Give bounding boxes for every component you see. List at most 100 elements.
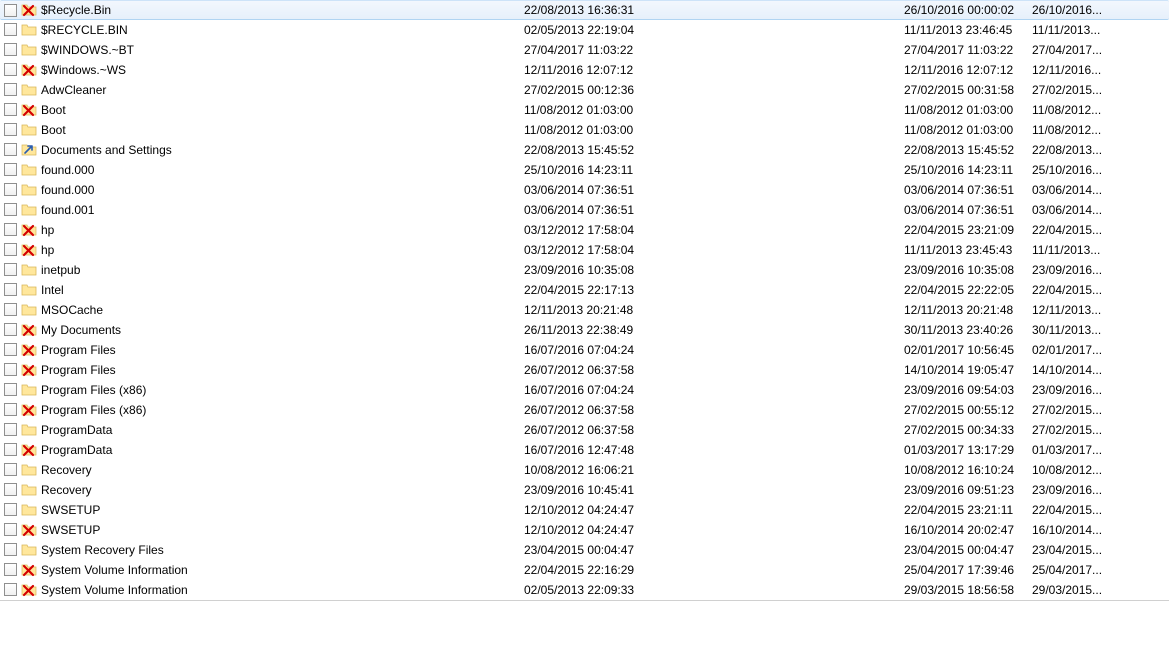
table-row[interactable]: Program Files (x86)26/07/2012 06:37:5827… [0, 400, 1169, 420]
deleted-folder-icon [21, 442, 37, 458]
file-name: $WINDOWS.~BT [41, 43, 134, 57]
date-accessed: 11/11/2013... [1032, 23, 1169, 37]
row-checkbox[interactable] [4, 523, 17, 536]
date-created: 23/09/2016 10:35:08 [524, 263, 904, 277]
row-checkbox[interactable] [4, 63, 17, 76]
row-checkbox[interactable] [4, 483, 17, 496]
date-created: 16/07/2016 07:04:24 [524, 383, 904, 397]
date-created: 22/04/2015 22:16:29 [524, 563, 904, 577]
table-row[interactable]: Program Files (x86)16/07/2016 07:04:2423… [0, 380, 1169, 400]
date-modified: 02/01/2017 10:56:45 [904, 343, 1032, 357]
row-checkbox[interactable] [4, 443, 17, 456]
row-checkbox[interactable] [4, 543, 17, 556]
row-checkbox[interactable] [4, 83, 17, 96]
table-row[interactable]: System Recovery Files23/04/2015 00:04:47… [0, 540, 1169, 560]
table-row[interactable]: found.00103/06/2014 07:36:5103/06/2014 0… [0, 200, 1169, 220]
table-row[interactable]: Boot11/08/2012 01:03:0011/08/2012 01:03:… [0, 120, 1169, 140]
date-created: 03/06/2014 07:36:51 [524, 183, 904, 197]
row-checkbox[interactable] [4, 283, 17, 296]
row-checkbox[interactable] [4, 423, 17, 436]
table-row[interactable]: ProgramData26/07/2012 06:37:5827/02/2015… [0, 420, 1169, 440]
date-accessed: 23/09/2016... [1032, 263, 1169, 277]
date-created: 22/08/2013 16:36:31 [524, 3, 904, 17]
table-row[interactable]: Program Files26/07/2012 06:37:5814/10/20… [0, 360, 1169, 380]
date-accessed: 22/04/2015... [1032, 223, 1169, 237]
row-checkbox[interactable] [4, 563, 17, 576]
table-row[interactable]: hp03/12/2012 17:58:0422/04/2015 23:21:09… [0, 220, 1169, 240]
date-accessed: 30/11/2013... [1032, 323, 1169, 337]
date-accessed: 16/10/2014... [1032, 523, 1169, 537]
date-accessed: 25/04/2017... [1032, 563, 1169, 577]
row-checkbox[interactable] [4, 183, 17, 196]
row-checkbox[interactable] [4, 223, 17, 236]
table-row[interactable]: $Windows.~WS12/11/2016 12:07:1212/11/201… [0, 60, 1169, 80]
folder-icon [21, 262, 37, 278]
date-created: 12/10/2012 04:24:47 [524, 523, 904, 537]
table-row[interactable]: Recovery10/08/2012 16:06:2110/08/2012 16… [0, 460, 1169, 480]
date-modified: 01/03/2017 13:17:29 [904, 443, 1032, 457]
date-created: 26/07/2012 06:37:58 [524, 403, 904, 417]
table-row[interactable]: Program Files16/07/2016 07:04:2402/01/20… [0, 340, 1169, 360]
table-row[interactable]: inetpub23/09/2016 10:35:0823/09/2016 10:… [0, 260, 1169, 280]
file-name: System Volume Information [41, 583, 188, 597]
table-row[interactable]: ProgramData16/07/2016 12:47:4801/03/2017… [0, 440, 1169, 460]
row-checkbox[interactable] [4, 123, 17, 136]
table-row[interactable]: Recovery23/09/2016 10:45:4123/09/2016 09… [0, 480, 1169, 500]
file-list[interactable]: $Recycle.Bin22/08/2013 16:36:3126/10/201… [0, 0, 1169, 601]
date-accessed: 22/04/2015... [1032, 283, 1169, 297]
table-row[interactable]: System Volume Information02/05/2013 22:0… [0, 580, 1169, 600]
date-modified: 27/02/2015 00:55:12 [904, 403, 1032, 417]
row-checkbox[interactable] [4, 143, 17, 156]
row-checkbox[interactable] [4, 243, 17, 256]
folder-icon [21, 82, 37, 98]
table-row[interactable]: Documents and Settings22/08/2013 15:45:5… [0, 140, 1169, 160]
date-accessed: 01/03/2017... [1032, 443, 1169, 457]
table-row[interactable]: SWSETUP12/10/2012 04:24:4716/10/2014 20:… [0, 520, 1169, 540]
date-modified: 22/04/2015 22:22:05 [904, 283, 1032, 297]
row-checkbox[interactable] [4, 23, 17, 36]
date-modified: 27/04/2017 11:03:22 [904, 43, 1032, 57]
table-row[interactable]: hp03/12/2012 17:58:0411/11/2013 23:45:43… [0, 240, 1169, 260]
date-accessed: 23/09/2016... [1032, 383, 1169, 397]
row-checkbox[interactable] [4, 383, 17, 396]
row-checkbox[interactable] [4, 43, 17, 56]
row-checkbox[interactable] [4, 163, 17, 176]
date-created: 03/06/2014 07:36:51 [524, 203, 904, 217]
date-accessed: 27/02/2015... [1032, 403, 1169, 417]
date-accessed: 03/06/2014... [1032, 203, 1169, 217]
row-checkbox[interactable] [4, 303, 17, 316]
date-accessed: 02/01/2017... [1032, 343, 1169, 357]
row-checkbox[interactable] [4, 343, 17, 356]
table-row[interactable]: SWSETUP12/10/2012 04:24:4722/04/2015 23:… [0, 500, 1169, 520]
table-row[interactable]: Boot11/08/2012 01:03:0011/08/2012 01:03:… [0, 100, 1169, 120]
table-row[interactable]: $RECYCLE.BIN02/05/2013 22:19:0411/11/201… [0, 20, 1169, 40]
table-row[interactable]: MSOCache12/11/2013 20:21:4812/11/2013 20… [0, 300, 1169, 320]
row-checkbox[interactable] [4, 503, 17, 516]
folder-icon [21, 42, 37, 58]
table-row[interactable]: $WINDOWS.~BT27/04/2017 11:03:2227/04/201… [0, 40, 1169, 60]
row-checkbox[interactable] [4, 103, 17, 116]
table-row[interactable]: found.00025/10/2016 14:23:1125/10/2016 1… [0, 160, 1169, 180]
row-checkbox[interactable] [4, 263, 17, 276]
row-checkbox[interactable] [4, 403, 17, 416]
file-name: Boot [41, 123, 66, 137]
table-row[interactable]: found.00003/06/2014 07:36:5103/06/2014 0… [0, 180, 1169, 200]
file-name: ProgramData [41, 423, 112, 437]
table-row[interactable]: My Documents26/11/2013 22:38:4930/11/201… [0, 320, 1169, 340]
table-row[interactable]: System Volume Information22/04/2015 22:1… [0, 560, 1169, 580]
row-checkbox[interactable] [4, 363, 17, 376]
table-row[interactable]: $Recycle.Bin22/08/2013 16:36:3126/10/201… [0, 0, 1169, 20]
date-modified: 27/02/2015 00:31:58 [904, 83, 1032, 97]
file-name: Program Files (x86) [41, 403, 146, 417]
row-checkbox[interactable] [4, 323, 17, 336]
row-checkbox[interactable] [4, 4, 17, 17]
row-checkbox[interactable] [4, 203, 17, 216]
row-checkbox[interactable] [4, 583, 17, 596]
table-row[interactable]: AdwCleaner27/02/2015 00:12:3627/02/2015 … [0, 80, 1169, 100]
date-modified: 23/09/2016 09:54:03 [904, 383, 1032, 397]
date-modified: 25/04/2017 17:39:46 [904, 563, 1032, 577]
row-checkbox[interactable] [4, 463, 17, 476]
deleted-folder-icon [21, 562, 37, 578]
table-row[interactable]: Intel22/04/2015 22:17:1322/04/2015 22:22… [0, 280, 1169, 300]
date-modified: 11/08/2012 01:03:00 [904, 123, 1032, 137]
